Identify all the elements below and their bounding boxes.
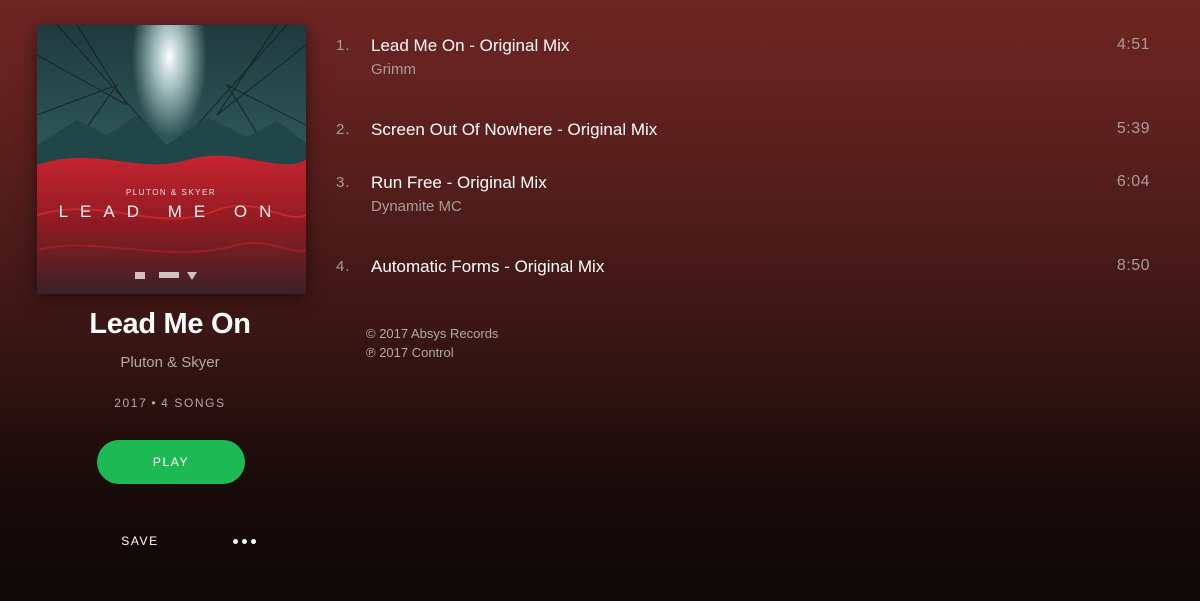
svg-text:LEAD ME ON: LEAD ME ON: [59, 202, 284, 221]
album-title: Lead Me On: [89, 308, 251, 340]
copyright-notice: © 2017 Absys Records ℗ 2017 Control: [366, 324, 498, 362]
album-song-count: 4 SONGS: [161, 396, 226, 410]
track-duration: 5:39: [1116, 120, 1150, 137]
track-duration: 6:04: [1116, 173, 1150, 190]
track-number: 2.: [336, 121, 351, 138]
dot: [250, 538, 256, 544]
track-number: 3.: [336, 174, 351, 191]
track-title[interactable]: Automatic Forms - Original Mix: [371, 257, 604, 277]
album-cover-art: PLUTON & SKYER LEAD ME ON: [37, 25, 306, 294]
track-list: 1. Lead Me On - Original Mix Grimm 4:51 …: [330, 30, 1180, 304]
play-button[interactable]: PLAY: [97, 440, 245, 484]
track-row[interactable]: 1. Lead Me On - Original Mix Grimm 4:51: [330, 30, 1180, 114]
album-sidebar: PLUTON & SKYER LEAD ME ON Lead Me On Plu…: [0, 0, 340, 601]
album-cover-image[interactable]: PLUTON & SKYER LEAD ME ON: [37, 25, 306, 294]
album-meta: 2017 • 4 SONGS: [0, 396, 340, 410]
track-number: 1.: [336, 37, 351, 54]
track-duration: 4:51: [1116, 36, 1150, 53]
track-title[interactable]: Lead Me On - Original Mix: [371, 36, 569, 56]
dot: [241, 538, 247, 544]
svg-text:PLUTON & SKYER: PLUTON & SKYER: [126, 188, 216, 197]
phonographic-copyright-line: ℗ 2017 Control: [366, 345, 454, 360]
dot: [232, 538, 238, 544]
save-button[interactable]: SAVE: [110, 530, 170, 552]
track-duration: 8:50: [1116, 257, 1150, 274]
track-title[interactable]: Run Free - Original Mix: [371, 173, 547, 193]
track-row[interactable]: 3. Run Free - Original Mix Dynamite MC 6…: [330, 167, 1180, 251]
album-artist-link[interactable]: Pluton & Skyer: [0, 354, 340, 371]
copyright-line: © 2017 Absys Records: [366, 326, 499, 341]
track-title[interactable]: Screen Out Of Nowhere - Original Mix: [371, 120, 657, 140]
track-number: 4.: [336, 258, 351, 275]
album-year: 2017: [114, 396, 148, 410]
track-featuring-artist[interactable]: Dynamite MC: [371, 198, 462, 215]
track-row[interactable]: 4. Automatic Forms - Original Mix 8:50: [330, 251, 1180, 304]
separator-dot: •: [151, 396, 158, 410]
track-row[interactable]: 2. Screen Out Of Nowhere - Original Mix …: [330, 114, 1180, 167]
more-dots-icon[interactable]: [226, 532, 262, 550]
track-featuring-artist[interactable]: Grimm: [371, 61, 416, 78]
